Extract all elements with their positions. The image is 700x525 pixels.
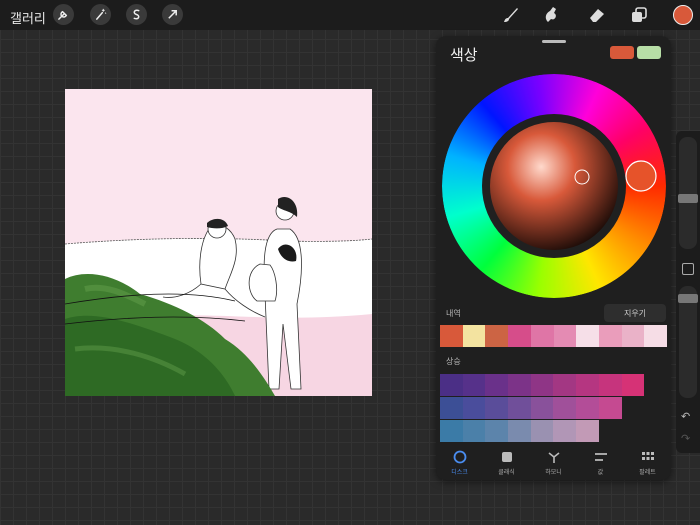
redo-icon[interactable]: ↷	[681, 432, 690, 445]
tab-value[interactable]: 값	[577, 447, 624, 480]
palette-swatch[interactable]	[621, 374, 645, 396]
value-sliders-icon	[594, 453, 607, 461]
history-swatch[interactable]	[485, 325, 509, 347]
clear-history-button[interactable]: 지우기	[604, 304, 666, 322]
history-swatch[interactable]	[440, 325, 463, 347]
palette-swatch[interactable]	[440, 420, 463, 442]
brush-size-handle[interactable]	[678, 194, 698, 203]
palette-swatch[interactable]	[530, 397, 554, 419]
brush-icon[interactable]	[499, 4, 521, 26]
tab-label: 팔레트	[639, 469, 656, 476]
panel-grabber[interactable]	[542, 40, 566, 43]
palette-swatch[interactable]	[576, 397, 599, 419]
palette-swatch[interactable]	[508, 420, 531, 442]
classic-square-icon	[501, 452, 512, 462]
palette-swatch[interactable]	[508, 397, 531, 419]
tab-label: 하모니	[545, 469, 562, 476]
history-swatch[interactable]	[644, 325, 668, 347]
artwork	[65, 89, 372, 396]
history-swatch[interactable]	[530, 325, 554, 347]
top-toolbar: 갤러리	[0, 0, 700, 30]
palette-swatch[interactable]	[553, 397, 577, 419]
palette-row	[440, 420, 667, 442]
palette-grid	[440, 374, 667, 443]
wrench-icon[interactable]	[53, 4, 74, 25]
harmony-icon	[548, 452, 559, 463]
palette-swatch[interactable]	[462, 420, 486, 442]
color-history	[440, 325, 668, 347]
palette-swatch[interactable]	[508, 374, 531, 396]
palette-swatch[interactable]	[485, 374, 509, 396]
right-sidebar: ↶ ↷	[676, 131, 700, 453]
history-label: 내역	[446, 309, 461, 318]
color-mode-tabs: 디스크 클래식 하모니 값 팔레트	[436, 447, 671, 480]
tab-label: 디스크	[451, 469, 468, 476]
smudge-icon[interactable]	[540, 4, 562, 26]
hue-picker[interactable]	[625, 160, 657, 192]
palette-swatch[interactable]	[576, 420, 599, 442]
color-panel: 색상 내역 지우기 상승 디스크 클래식 하모니 값 팔레트	[436, 36, 671, 480]
eraser-icon[interactable]	[586, 4, 608, 26]
disc-icon	[453, 450, 466, 464]
gallery-button[interactable]: 갤러리	[10, 8, 46, 27]
transform-arrow-icon[interactable]	[162, 4, 183, 25]
tab-harmony[interactable]: 하모니	[530, 447, 577, 480]
magic-wand-icon[interactable]	[90, 4, 111, 25]
secondary-color-swatch[interactable]	[637, 46, 661, 59]
palette-swatch[interactable]	[553, 374, 577, 396]
tab-label: 값	[597, 469, 604, 476]
color-disc[interactable]	[440, 72, 668, 304]
history-swatch[interactable]	[553, 325, 577, 347]
history-swatch[interactable]	[462, 325, 486, 347]
drawing-canvas[interactable]	[65, 89, 372, 396]
current-color-button[interactable]	[673, 5, 693, 25]
palette-row	[440, 397, 667, 419]
palette-swatch[interactable]	[598, 374, 622, 396]
history-swatch[interactable]	[508, 325, 531, 347]
history-swatch[interactable]	[621, 325, 645, 347]
tab-disc[interactable]: 디스크	[436, 447, 483, 480]
history-swatch[interactable]	[576, 325, 599, 347]
tab-label: 클래식	[498, 469, 515, 476]
undo-icon[interactable]: ↶	[681, 410, 690, 423]
panel-title: 색상	[450, 46, 478, 64]
palette-swatch[interactable]	[440, 374, 463, 396]
palette-grid-icon	[641, 452, 654, 460]
history-swatch[interactable]	[598, 325, 622, 347]
palette-swatch[interactable]	[553, 420, 577, 442]
layers-icon[interactable]	[628, 4, 650, 26]
primary-color-swatch[interactable]	[610, 46, 634, 59]
palette-swatch[interactable]	[530, 374, 554, 396]
opacity-slider[interactable]	[678, 286, 698, 398]
opacity-handle[interactable]	[678, 294, 698, 303]
brush-size-slider[interactable]	[678, 137, 698, 249]
palette-label: 상승	[446, 357, 461, 366]
palette-swatch[interactable]	[598, 397, 622, 419]
palette-swatch[interactable]	[485, 420, 509, 442]
palette-swatch[interactable]	[576, 374, 599, 396]
palette-row	[440, 374, 667, 396]
selection-icon[interactable]	[126, 4, 147, 25]
palette-swatch[interactable]	[462, 397, 486, 419]
tab-palette[interactable]: 팔레트	[624, 447, 671, 480]
palette-swatch[interactable]	[462, 374, 486, 396]
modify-button[interactable]	[682, 263, 694, 275]
palette-swatch[interactable]	[485, 397, 509, 419]
tab-classic[interactable]: 클래식	[483, 447, 530, 480]
palette-swatch[interactable]	[440, 397, 463, 419]
palette-swatch[interactable]	[530, 420, 554, 442]
